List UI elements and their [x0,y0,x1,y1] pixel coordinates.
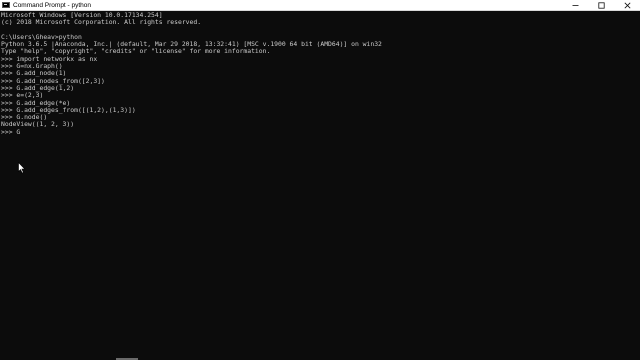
window-title: Command Prompt - python [13,1,92,9]
close-button[interactable] [614,0,640,11]
maximize-button[interactable] [588,0,614,11]
console-output[interactable]: Microsoft Windows [Version 10.0.17134.25… [0,11,640,360]
console-prompt-line: >>> G [1,127,21,136]
console-line: (c) 2018 Microsoft Corporation. All righ… [1,18,202,27]
console-line: >>> G.node() [1,113,48,122]
console-line: >>> G.add_edges_from([(1,2),(1,3)]) [1,105,136,114]
console-line: >>> G=nx.Graph() [1,62,63,71]
minimize-button[interactable] [562,0,588,11]
console-line: NodeView((1, 2, 3)) [1,120,75,129]
minimize-icon [572,5,578,6]
command-prompt-window: Command Prompt - python Microsoft Window… [0,0,640,360]
console-line: >>> import networkx as nx [1,54,98,63]
mouse-pointer-icon [18,162,26,174]
maximize-icon [597,2,605,9]
console-line: >>> G.add_nodes_from([2,3]) [1,76,105,85]
title-bar[interactable]: Command Prompt - python [0,0,640,11]
command-prompt-icon[interactable] [2,2,10,8]
console-line: >>> e=(2,3) [1,91,44,100]
console-line: >>> G.add_edge(1,2) [1,83,75,92]
close-icon [624,2,630,9]
window-controls [562,0,640,11]
